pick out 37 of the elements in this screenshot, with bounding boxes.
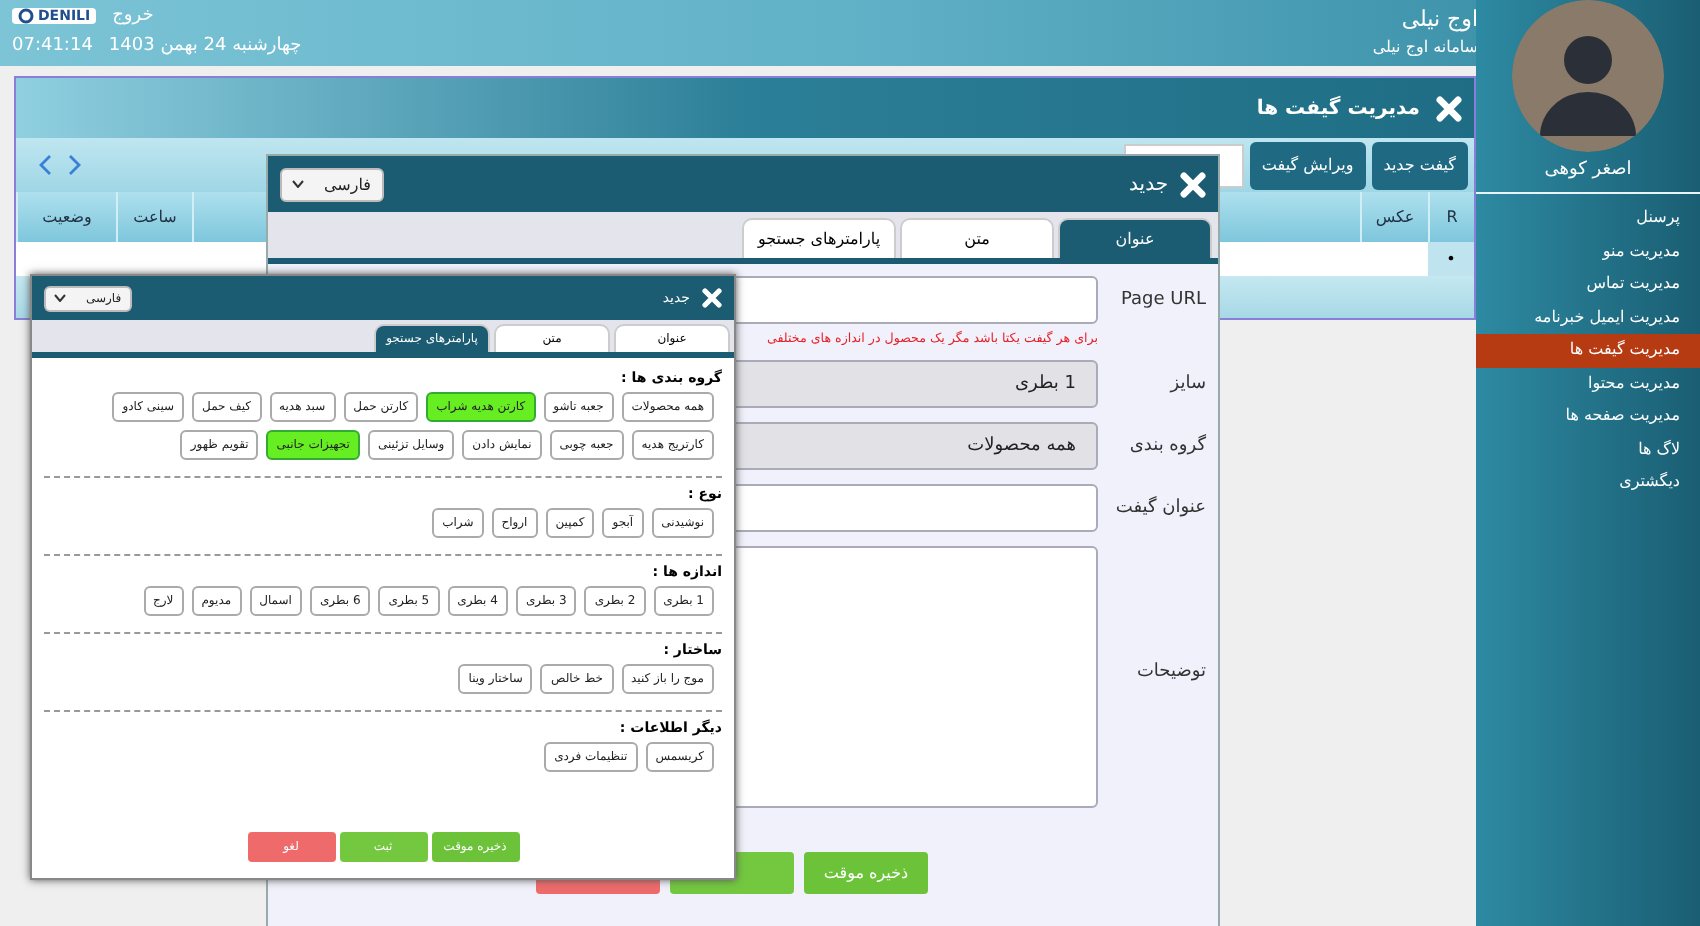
- app-title: اوج نیلی: [1399, 6, 1478, 32]
- app-subtitle: سامانه اوج نیلی: [1372, 38, 1478, 56]
- previous-icon[interactable]: [38, 154, 52, 176]
- clock: 07:41:14: [12, 36, 93, 56]
- toolbar-button[interactable]: گیفت جدید: [1371, 141, 1468, 189]
- column-header[interactable]: وضعیت: [16, 192, 116, 242]
- column-header[interactable]: عکس: [1360, 192, 1428, 242]
- field-label: عنوان گیفت: [1113, 494, 1206, 518]
- menu-item[interactable]: مدیریت ایمیل خبرنامه: [1476, 301, 1700, 334]
- next-icon[interactable]: [68, 154, 82, 176]
- close-icon[interactable]: [1436, 95, 1462, 121]
- menu-item[interactable]: پرسنل: [1476, 202, 1700, 235]
- caret-icon: [54, 294, 66, 302]
- field-label: گروه بندی: [1127, 432, 1206, 456]
- column-header[interactable]: ساعت: [116, 192, 192, 242]
- field-label: توضیحات: [1134, 660, 1206, 682]
- language-select[interactable]: فارسی: [280, 167, 383, 201]
- menu-item[interactable]: دیگشتری: [1476, 466, 1700, 499]
- menu-item[interactable]: مدیریت منو: [1476, 235, 1700, 268]
- tab[interactable]: متن: [900, 218, 1054, 258]
- tab[interactable]: پارامترهای جستجو: [742, 218, 896, 258]
- menu-item[interactable]: مدیریت تماس: [1476, 268, 1700, 301]
- close-icon[interactable]: [702, 288, 722, 308]
- menu-item[interactable]: مدیریت صفحه ها: [1476, 400, 1700, 433]
- field-label: سایز: [1167, 372, 1206, 394]
- toolbar-button[interactable]: ویرایش گیفت: [1249, 141, 1366, 189]
- menu-item[interactable]: لاگ ها: [1476, 433, 1700, 466]
- dialog-title: جدید: [1129, 173, 1168, 195]
- menu-item[interactable]: مدیریت گیفت ها: [1476, 334, 1700, 367]
- tab[interactable]: عنوان: [1058, 218, 1212, 258]
- window-title: مدیریت گیفت ها: [1256, 97, 1420, 119]
- menu-item[interactable]: مدیریت محتوا: [1476, 367, 1700, 400]
- field-label: Page URL: [1118, 288, 1206, 310]
- row-marker: •: [1428, 242, 1474, 276]
- date: چهارشنبه 24 بهمن 1403: [108, 36, 302, 56]
- caret-icon: [292, 180, 304, 188]
- close-icon[interactable]: [1180, 171, 1206, 197]
